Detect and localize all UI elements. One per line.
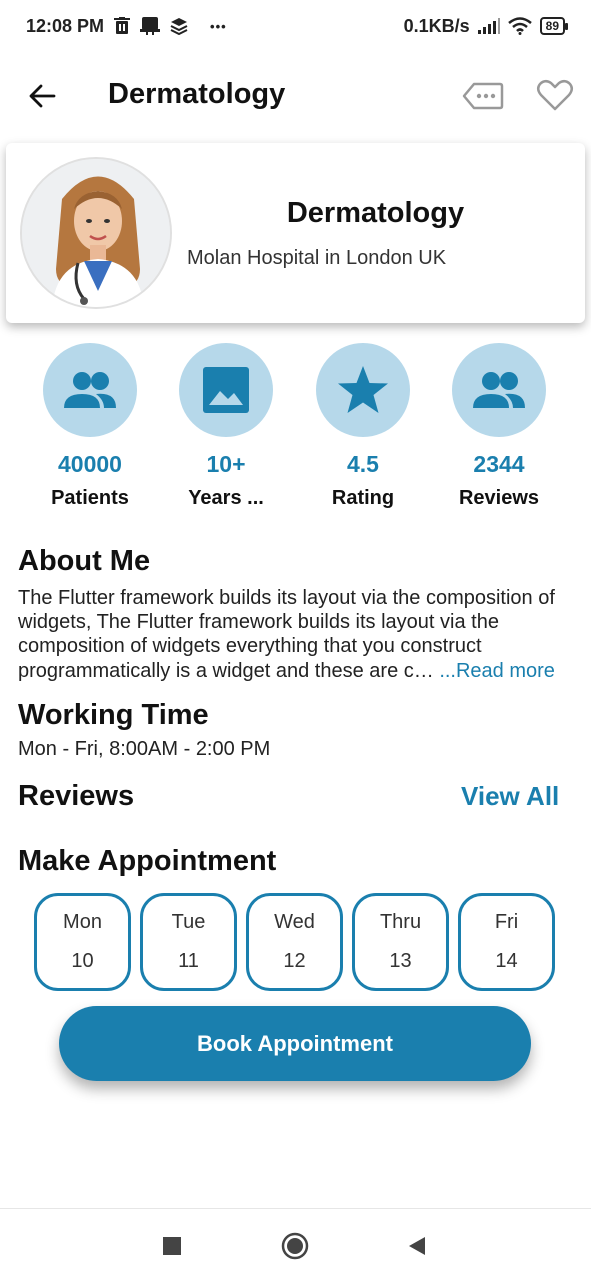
tag-icon <box>462 82 504 110</box>
stat-rating: 4.5 Rating <box>295 343 431 510</box>
stat-icon-circle <box>179 343 273 437</box>
status-bar: 12:08 PM ••• 0.1KB/s 89 <box>0 0 591 52</box>
stats-row: 40000 Patients 10+ Years ... 4.5 Rating … <box>22 343 569 518</box>
day-name: Mon <box>63 911 102 933</box>
people-icon <box>64 372 116 408</box>
day-name: Thru <box>379 911 422 933</box>
about-text: The Flutter framework builds its layout … <box>18 586 578 683</box>
signal-icon <box>477 18 500 34</box>
people-icon <box>473 372 525 408</box>
stat-label: Patients <box>51 487 129 509</box>
day-option-mon[interactable]: Mon 10 <box>34 893 131 991</box>
stat-icon-circle <box>43 343 137 437</box>
day-option-fri[interactable]: Fri 14 <box>458 893 555 991</box>
favorite-button[interactable] <box>536 76 574 114</box>
status-right: 0.1KB/s 89 <box>403 15 569 37</box>
day-date: 13 <box>389 950 412 972</box>
doctor-profile-card: Dermatology Molan Hospital in London UK <box>6 143 585 323</box>
status-time: 12:08 PM <box>26 15 105 36</box>
doctor-avatar <box>20 157 172 309</box>
day-option-tue[interactable]: Tue 11 <box>140 893 237 991</box>
back-arrow-icon <box>29 84 56 108</box>
read-more-link[interactable]: ...Read more <box>439 660 555 682</box>
day-option-thu[interactable]: Thru 13 <box>352 893 449 991</box>
about-title: About Me <box>18 545 151 577</box>
trash-notification-icon <box>114 17 131 35</box>
stat-patients: 40000 Patients <box>22 343 158 510</box>
stat-label: Rating <box>331 487 395 509</box>
page-title: Dermatology <box>108 78 286 110</box>
home-button[interactable] <box>278 1229 312 1263</box>
circle-home-icon <box>281 1232 309 1260</box>
day-date: 12 <box>283 950 306 972</box>
stat-icon-circle <box>452 343 546 437</box>
doctor-specialty: Dermatology <box>286 197 465 229</box>
triangle-back-icon <box>409 1237 425 1255</box>
day-selector: Mon 10 Tue 11 Wed 12 Thru 13 Fri 14 <box>34 893 559 991</box>
stat-reviews: 2344 Reviews <box>431 343 567 510</box>
system-back-button[interactable] <box>400 1229 434 1263</box>
tag-button[interactable] <box>462 76 504 116</box>
battery-indicator: 89 <box>539 17 569 35</box>
back-button[interactable] <box>26 80 58 112</box>
system-nav-bar <box>0 1208 591 1280</box>
stat-value: 2344 <box>473 451 525 477</box>
layers-notification-icon <box>170 17 188 35</box>
appointment-title: Make Appointment <box>18 845 277 877</box>
status-left: 12:08 PM ••• <box>26 16 227 37</box>
network-speed: 0.1KB/s <box>403 15 470 36</box>
view-all-link[interactable]: View All <box>461 781 559 812</box>
working-time-title: Working Time <box>18 699 209 731</box>
more-notifications-icon: ••• <box>210 18 227 34</box>
hospital-name: Molan Hospital in London UK <box>187 247 447 269</box>
stat-years: 10+ Years ... <box>158 343 294 510</box>
book-appointment-button[interactable]: Book Appointment <box>59 1006 531 1081</box>
stat-label: Years ... <box>188 487 264 509</box>
working-time-text: Mon - Fri, 8:00AM - 2:00 PM <box>18 738 271 760</box>
day-date: 14 <box>495 950 518 972</box>
image-icon <box>203 367 249 413</box>
stat-value: 10+ <box>206 451 246 477</box>
wifi-icon <box>507 17 532 35</box>
heart-icon <box>537 80 573 111</box>
day-name: Tue <box>171 911 206 933</box>
square-recents-icon <box>163 1237 181 1255</box>
reviews-title: Reviews <box>18 780 135 812</box>
star-icon <box>338 366 388 413</box>
day-name: Fri <box>494 911 519 933</box>
app-bar: Dermatology <box>0 60 591 132</box>
day-name: Wed <box>274 911 315 933</box>
day-date: 11 <box>178 950 199 972</box>
store-notification-icon <box>140 17 161 35</box>
day-date: 10 <box>71 950 94 972</box>
stat-value: 4.5 <box>347 451 379 477</box>
recents-button[interactable] <box>155 1229 189 1263</box>
day-option-wed[interactable]: Wed 12 <box>246 893 343 991</box>
stat-icon-circle <box>316 343 410 437</box>
stat-value: 40000 <box>58 451 122 477</box>
stat-label: Reviews <box>458 487 540 509</box>
